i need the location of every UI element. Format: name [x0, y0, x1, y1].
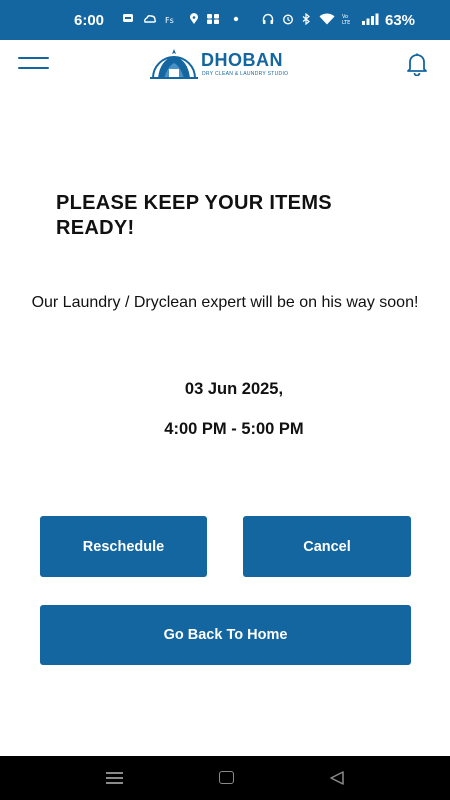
app-icon [207, 14, 219, 24]
back-icon[interactable] [329, 771, 345, 785]
brand-tagline: DRY CLEAN & LAUNDRY STUDIO [202, 71, 289, 77]
status-bar: 6:00 Fs Vo LTE 63% [0, 0, 450, 40]
system-nav-bar [0, 756, 450, 800]
location-icon [190, 13, 198, 24]
battery-percentage: 63% [385, 12, 416, 29]
fs-icon: Fs [165, 16, 174, 25]
svg-text:Fs: Fs [165, 16, 174, 25]
reschedule-button[interactable]: Reschedule [40, 516, 207, 577]
page-title: PLEASE KEEP YOUR ITEMS READY! [56, 192, 332, 239]
bell-icon[interactable] [404, 50, 430, 76]
message-icon [123, 14, 133, 22]
home-icon[interactable] [219, 771, 234, 784]
alarm-icon [282, 14, 294, 25]
app-header: DHOBAN DRY CLEAN & LAUNDRY STUDIO [0, 40, 450, 84]
status-message: Our Laundry / Dryclean expert will be on… [31, 294, 419, 311]
wifi-icon [319, 13, 335, 25]
cancel-button[interactable]: Cancel [243, 516, 411, 577]
status-time: 6:00 [74, 12, 105, 29]
svg-text:LTE: LTE [342, 20, 350, 25]
dot-icon [233, 16, 239, 22]
pickup-time-slot: 4:00 PM - 5:00 PM [164, 420, 304, 438]
bluetooth-icon [302, 13, 310, 25]
recents-icon[interactable] [106, 772, 123, 784]
menu-icon[interactable] [18, 57, 49, 69]
go-back-home-button[interactable]: Go Back To Home [40, 605, 411, 665]
brand-logo: DHOBAN DRY CLEAN & LAUNDRY STUDIO [150, 46, 305, 80]
cloud-icon [144, 15, 157, 23]
volte-icon: VoLTE [342, 14, 350, 25]
logo-emblem-icon [150, 49, 198, 79]
pickup-date: 03 Jun 2025, [184, 380, 284, 398]
brand-name: DHOBAN [201, 50, 283, 70]
signal-icon [362, 13, 379, 25]
headphones-icon [262, 13, 274, 24]
